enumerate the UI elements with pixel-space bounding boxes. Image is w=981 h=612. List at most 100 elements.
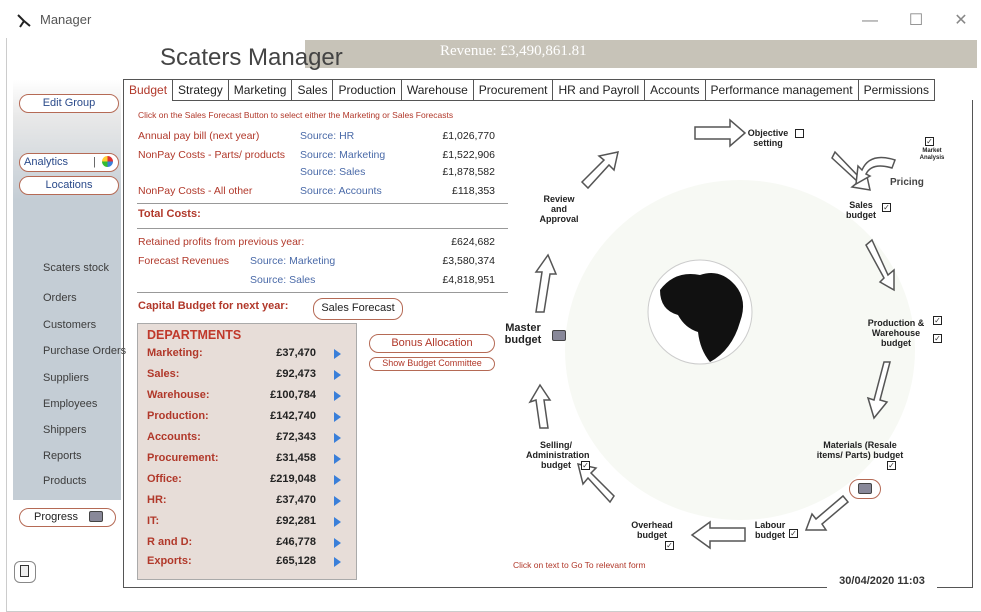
arrow-right-icon[interactable] xyxy=(334,391,341,401)
objective-checkbox[interactable] xyxy=(795,129,804,138)
sales-budget-link[interactable]: Sales budget xyxy=(846,200,876,220)
arrow-right-icon[interactable] xyxy=(334,475,341,485)
labour-checkbox[interactable]: ✓ xyxy=(789,529,798,538)
selling-checkbox[interactable]: ✓ xyxy=(581,461,590,470)
tab-marketing[interactable]: Marketing xyxy=(228,79,293,101)
sidebar-item-scaters-stock[interactable]: Scaters stock xyxy=(43,262,109,274)
materials-checkbox[interactable]: ✓ xyxy=(887,461,896,470)
sidebar-item-shippers[interactable]: Shippers xyxy=(43,424,86,436)
arrow-right-icon[interactable] xyxy=(334,370,341,380)
tab-permissions[interactable]: Permissions xyxy=(858,79,935,101)
tab-accounts[interactable]: Accounts xyxy=(645,79,706,101)
nonpay-other-source: Source: Accounts xyxy=(300,185,382,197)
document-icon xyxy=(20,565,29,577)
minimize-button[interactable]: — xyxy=(850,8,890,34)
app-heading: Scaters Manager xyxy=(160,44,343,71)
selling-admin-budget-link[interactable]: Selling/ Administration budget xyxy=(526,440,590,470)
arrow-right-icon[interactable] xyxy=(334,538,341,548)
departments-title: DEPARTMENTS xyxy=(147,328,242,342)
forecast-source-sales: Source: Sales xyxy=(250,274,316,286)
analytics-button[interactable]: Analytics | xyxy=(19,153,119,172)
tab-hr-payroll[interactable]: HR and Payroll xyxy=(553,79,646,101)
app-icon xyxy=(17,14,31,28)
print-materials-button[interactable] xyxy=(849,479,881,499)
pay-bill-label[interactable]: Annual pay bill (next year) xyxy=(138,130,259,142)
tab-strategy[interactable]: Strategy xyxy=(173,79,229,101)
forecast-value-sales: £4,818,951 xyxy=(442,274,495,286)
dept-accounts-label: Accounts: xyxy=(147,431,201,443)
divider xyxy=(137,228,508,229)
progress-button[interactable]: Progress xyxy=(19,508,116,527)
capital-budget-label: Capital Budget for next year: xyxy=(138,300,289,312)
notes-button[interactable] xyxy=(14,561,36,583)
tab-procurement[interactable]: Procurement xyxy=(473,79,554,101)
dept-hr-label: HR: xyxy=(147,494,167,506)
tab-production[interactable]: Production xyxy=(333,79,402,101)
analytics-label: Analytics xyxy=(24,156,69,168)
review-approval-link[interactable]: Review and Approval xyxy=(536,194,582,224)
forecast-value-marketing: £3,580,374 xyxy=(442,255,495,267)
production-warehouse-link[interactable]: Production & Warehouse budget xyxy=(862,318,930,348)
sales-budget-checkbox[interactable]: ✓ xyxy=(882,203,891,212)
sidebar-item-customers[interactable]: Customers xyxy=(43,319,96,331)
warehouse-checkbox[interactable]: ✓ xyxy=(933,334,942,343)
overhead-budget-link[interactable]: Overhead budget xyxy=(628,520,676,540)
dept-office-value: £219,048 xyxy=(270,473,316,485)
sidebar-item-suppliers[interactable]: Suppliers xyxy=(43,372,89,384)
retained-profits-value: £624,682 xyxy=(451,236,495,248)
sidebar-item-products[interactable]: Products xyxy=(43,475,86,487)
arrow-right-icon[interactable] xyxy=(334,412,341,422)
arrow-to-review xyxy=(534,253,558,313)
materials-budget-link[interactable]: Materials (Resale items/ Parts) budget xyxy=(815,440,905,460)
close-button[interactable]: ✕ xyxy=(941,8,981,34)
arrow-right-icon[interactable] xyxy=(334,349,341,359)
header-banner xyxy=(305,40,977,68)
sidebar-item-reports[interactable]: Reports xyxy=(43,450,82,462)
master-budget-link[interactable]: Master budget xyxy=(502,322,544,346)
locations-button[interactable]: Locations xyxy=(19,176,119,195)
nonpay-other-value: £118,353 xyxy=(451,185,495,197)
market-analysis-checkbox[interactable]: ✓ xyxy=(925,137,934,146)
total-costs-label: Total Costs: xyxy=(138,208,201,220)
divider xyxy=(137,203,508,204)
sidebar-item-purchase-orders[interactable]: Purchase Orders xyxy=(43,345,126,357)
dept-office-label: Office: xyxy=(147,473,182,485)
sidebar-item-employees[interactable]: Employees xyxy=(43,398,97,410)
sidebar-item-orders[interactable]: Orders xyxy=(43,292,77,304)
tab-sales[interactable]: Sales xyxy=(292,79,334,101)
title-bar: Manager — ☐ ✕ xyxy=(0,0,981,40)
print-master-icon[interactable] xyxy=(552,330,566,341)
arrow-right-icon[interactable] xyxy=(334,454,341,464)
objective-setting-link[interactable]: Objective setting xyxy=(745,128,791,148)
bonus-allocation-button[interactable]: Bonus Allocation xyxy=(369,334,495,353)
edit-group-button[interactable]: Edit Group xyxy=(19,94,119,113)
overhead-checkbox[interactable]: ✓ xyxy=(665,541,674,550)
tab-warehouse[interactable]: Warehouse xyxy=(401,79,474,101)
nonpay-parts-label[interactable]: NonPay Costs - Parts/ products xyxy=(138,149,285,161)
nonpay-parts-value-sales: £1,878,582 xyxy=(442,166,495,178)
arrow-right-icon[interactable] xyxy=(334,517,341,527)
dept-warehouse-label: Warehouse: xyxy=(147,389,210,401)
production-checkbox[interactable]: ✓ xyxy=(933,316,942,325)
window-title: Manager xyxy=(40,12,92,27)
tab-performance[interactable]: Performance management xyxy=(705,79,859,101)
dept-procurement-label: Procurement: xyxy=(147,452,219,464)
market-analysis-link[interactable]: Market Analysis xyxy=(910,148,954,162)
retained-profits-label: Retained profits from previous year: xyxy=(138,236,305,248)
arrow-right-icon[interactable] xyxy=(334,496,341,506)
dept-sales-value: £92,473 xyxy=(276,368,316,380)
arrow-right-icon[interactable] xyxy=(334,557,341,567)
maximize-button[interactable]: ☐ xyxy=(896,8,936,34)
dept-warehouse-value: £100,784 xyxy=(270,389,316,401)
dept-it-label: IT: xyxy=(147,515,160,527)
divider xyxy=(137,292,508,293)
forecast-source-marketing: Source: Marketing xyxy=(250,255,336,267)
show-budget-committee-button[interactable]: Show Budget Committee xyxy=(369,357,495,371)
dept-it-value: £92,281 xyxy=(276,515,316,527)
pricing-link[interactable]: Pricing xyxy=(890,178,924,188)
arrow-right-icon[interactable] xyxy=(334,433,341,443)
nonpay-other-label[interactable]: NonPay Costs - All other xyxy=(138,185,252,197)
tab-budget[interactable]: Budget xyxy=(124,79,174,101)
sales-forecast-button[interactable]: Sales Forecast xyxy=(313,298,403,320)
labour-budget-link[interactable]: Labour budget xyxy=(752,520,788,540)
